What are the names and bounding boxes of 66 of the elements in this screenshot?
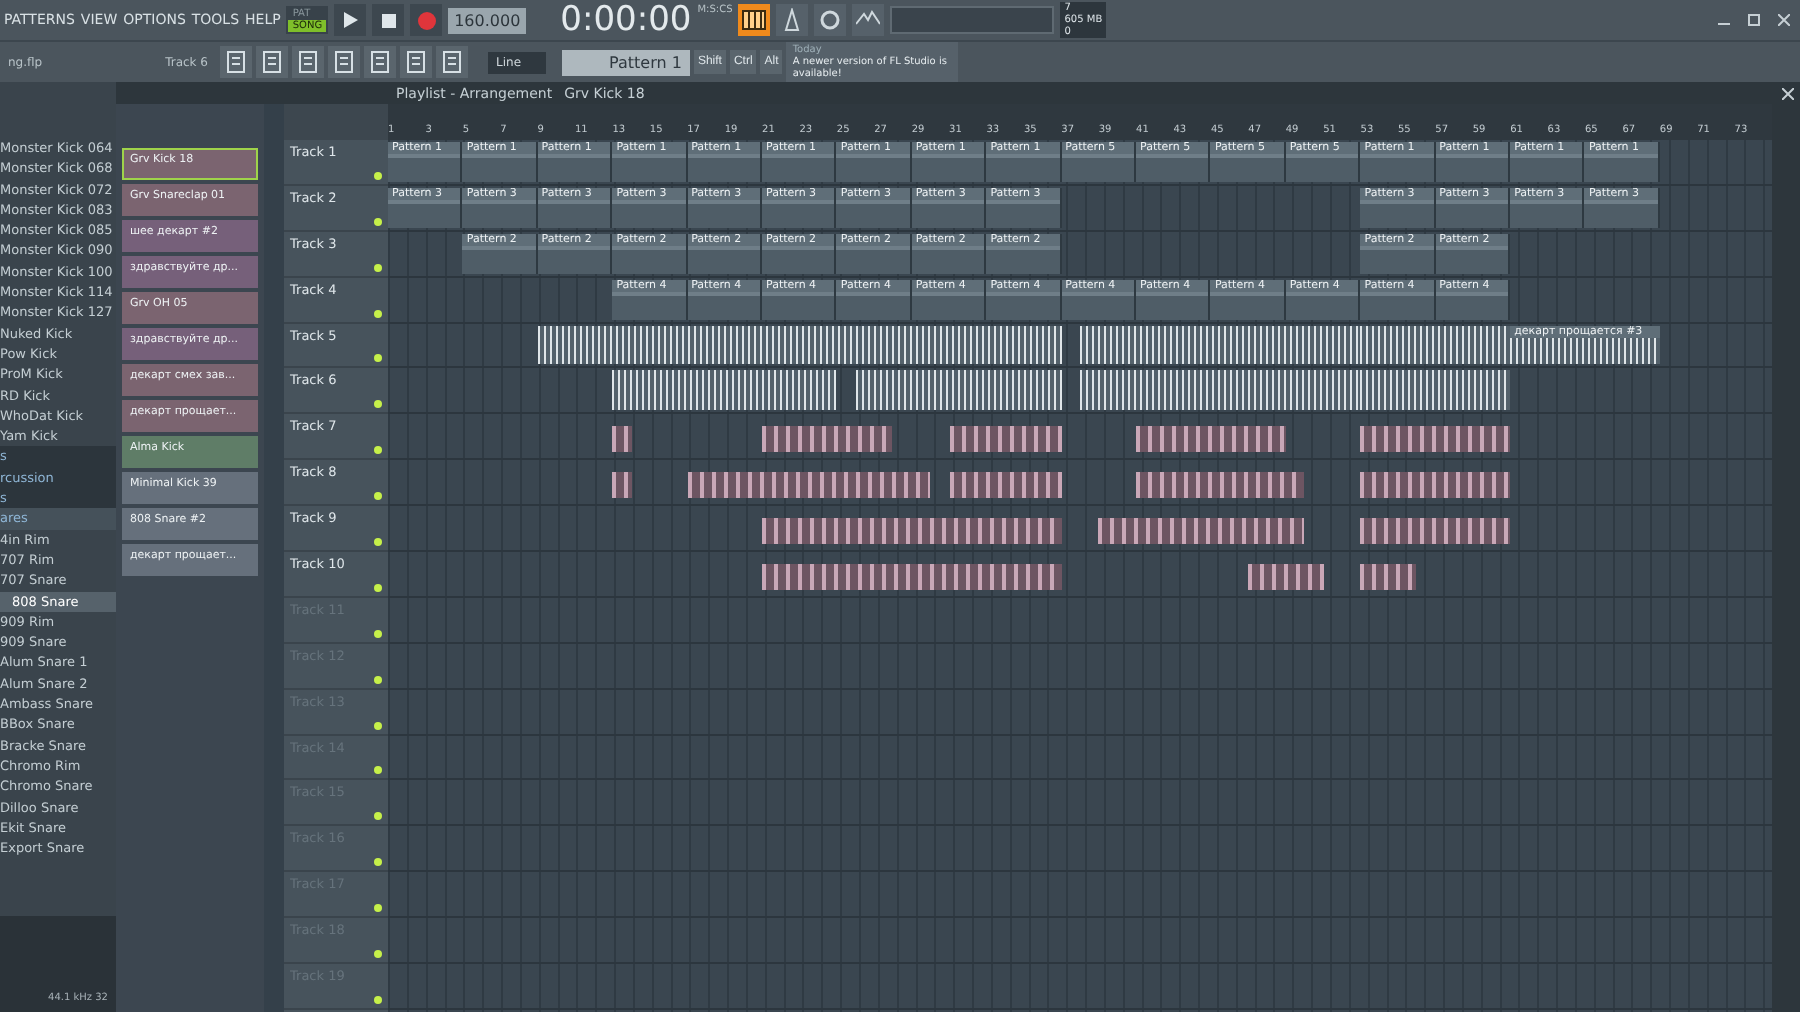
audio-clip[interactable] — [687, 472, 931, 499]
audio-clip[interactable] — [1360, 325, 1511, 365]
audio-clip[interactable] — [1098, 518, 1305, 545]
track-mute-light[interactable] — [374, 766, 382, 775]
track-mute-light[interactable] — [374, 538, 382, 547]
audio-clip[interactable] — [949, 472, 1062, 499]
track-mute-light[interactable] — [374, 904, 382, 913]
pattern-selector[interactable]: Pattern 1 — [561, 49, 690, 75]
metronome-icon[interactable] — [776, 4, 809, 36]
stop-button[interactable] — [372, 4, 405, 36]
audio-clip[interactable] — [762, 426, 893, 453]
track-lane[interactable] — [388, 368, 1772, 415]
piano-icon[interactable] — [738, 4, 771, 36]
audio-clip[interactable] — [612, 370, 837, 411]
audio-clip[interactable] — [1360, 426, 1511, 453]
audio-clip[interactable] — [1136, 472, 1305, 499]
loop-icon[interactable] — [814, 4, 847, 36]
audio-clip[interactable] — [1080, 325, 1361, 365]
audio-clip[interactable] — [1360, 370, 1511, 411]
track-mute-light[interactable] — [374, 492, 382, 501]
toolbar-icon[interactable] — [256, 46, 288, 78]
close-icon[interactable] — [1778, 14, 1790, 26]
play-button[interactable] — [334, 4, 367, 36]
track-mute-light[interactable] — [374, 217, 382, 226]
tempo-field[interactable]: 160.000 — [448, 7, 527, 33]
track-mute-light[interactable] — [374, 354, 382, 363]
audio-clip[interactable] — [612, 472, 632, 499]
audio-clip[interactable] — [762, 518, 1062, 545]
time-display: 0:00:00 — [560, 0, 692, 40]
track-mute-light[interactable] — [374, 812, 382, 821]
track-mute-light[interactable] — [374, 858, 382, 867]
audio-clip[interactable] — [762, 564, 1062, 590]
audio-clip[interactable] — [1360, 518, 1511, 545]
track-mute-light[interactable] — [374, 950, 382, 959]
track-mute-light[interactable] — [374, 995, 382, 1004]
track-mute-light[interactable] — [374, 583, 382, 592]
track-mute-light[interactable] — [374, 400, 382, 409]
play-icon — [342, 12, 359, 28]
track-mute-light[interactable] — [374, 309, 382, 318]
track-mute-light[interactable] — [374, 446, 382, 455]
toolbar-icon[interactable] — [436, 46, 468, 78]
toolbar-icon[interactable] — [364, 46, 396, 78]
track-mute-light[interactable] — [374, 629, 382, 638]
audio-clip[interactable] — [1136, 426, 1286, 453]
audio-clip[interactable] — [1080, 370, 1361, 411]
audio-clip[interactable] — [949, 426, 1062, 453]
record-icon — [417, 11, 436, 29]
waveform-icon[interactable] — [852, 4, 885, 36]
audio-clip[interactable] — [1248, 564, 1324, 590]
stop-icon — [381, 13, 396, 27]
audio-clip[interactable] — [612, 426, 632, 453]
audio-clip[interactable] — [1360, 472, 1511, 499]
track-mute-light[interactable] — [374, 263, 382, 272]
toolbar-icon[interactable] — [220, 46, 252, 78]
track-mute-light[interactable] — [374, 721, 382, 730]
audio-clip[interactable] — [1360, 564, 1417, 590]
playlist-grid[interactable] — [388, 104, 1772, 1012]
track-mute-light[interactable] — [374, 675, 382, 684]
toolbar-icon[interactable] — [328, 46, 360, 78]
track-mute-light[interactable] — [374, 171, 382, 180]
audio-clip[interactable] — [855, 370, 1062, 411]
close-icon[interactable] — [1782, 87, 1794, 99]
audio-clip[interactable] — [537, 325, 1062, 365]
toolbar-icon[interactable] — [400, 46, 432, 78]
toolbar-icon[interactable] — [292, 46, 324, 78]
maximize-icon[interactable] — [1748, 14, 1760, 26]
